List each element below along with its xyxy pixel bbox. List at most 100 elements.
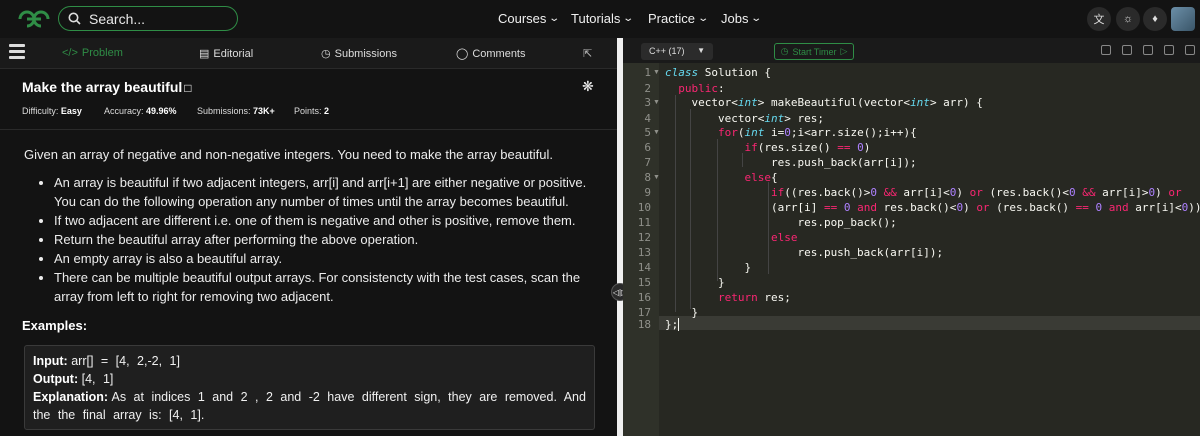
output-value: [4, 1] xyxy=(81,372,114,386)
input-value: arr[] = [4, 2,-2, 1] xyxy=(71,354,180,368)
code-line: } xyxy=(665,261,752,274)
copy-icon[interactable] xyxy=(1122,45,1132,55)
tab-editorial[interactable]: ▤ Editorial xyxy=(199,47,254,61)
accuracy-meta: Accuracy: 49.96% xyxy=(104,106,177,116)
list-item: There can be multiple beautiful output a… xyxy=(54,268,599,306)
chevron-down-icon: ⌄ xyxy=(750,13,763,24)
tab-comments[interactable]: ◯ Comments xyxy=(456,47,526,61)
problem-panel: Make the array beautiful □ ❋ Difficulty: … xyxy=(0,69,617,436)
expand-icon[interactable]: ⇱ xyxy=(583,47,592,60)
code-line: res.push_back(arr[i]); xyxy=(665,246,944,259)
accuracy-value: 49.96% xyxy=(146,106,177,116)
reset-icon[interactable] xyxy=(1164,45,1174,55)
avatar[interactable] xyxy=(1171,7,1195,31)
problem-intro: Given an array of negative and non-negat… xyxy=(24,147,554,162)
clock-icon: ◷ xyxy=(321,48,331,60)
difficulty-label: Difficulty: xyxy=(22,106,59,116)
line-number: 15 xyxy=(637,276,651,289)
format-icon[interactable] xyxy=(1101,45,1111,55)
list-item: If two adjacent are different i.e. one o… xyxy=(54,211,599,230)
example-explanation: Explanation: As at indices 1 and 2 , 2 a… xyxy=(33,388,586,424)
nav-courses[interactable]: Courses ⌄ xyxy=(498,11,561,26)
line-number: 12 xyxy=(637,231,651,244)
start-timer-label: Start Timer xyxy=(792,46,837,57)
output-label: Output: xyxy=(33,372,79,386)
nav-tutorials-label: Tutorials xyxy=(571,11,621,26)
code-line: vector<int> makeBeautiful(vector<int> ar… xyxy=(665,96,983,109)
theme-toggle-icon[interactable]: ☼ xyxy=(1116,7,1140,31)
code-line: }; xyxy=(665,318,680,331)
line-number: 8 xyxy=(644,171,651,184)
code-line: if((res.back()>0 && arr[i]<0) or (res.ba… xyxy=(770,186,1182,199)
submissions-label: Submissions: xyxy=(197,106,251,116)
fold-icon[interactable]: ▼ xyxy=(653,174,660,181)
list-item: An empty array is also a beautiful array… xyxy=(54,249,599,268)
top-navbar: Search... Courses ⌄ Tutorials ⌄ Practice ⌄ … xyxy=(0,0,1200,39)
line-number: 6 xyxy=(644,141,651,154)
editor-actions xyxy=(1101,45,1200,55)
fold-icon[interactable]: ▼ xyxy=(653,129,660,136)
code-line: else{ xyxy=(744,171,778,184)
page-title: Make the array beautiful □ xyxy=(22,79,192,95)
play-icon: ▷ xyxy=(840,46,848,56)
code-line: res.push_back(arr[i]); xyxy=(665,156,917,169)
line-number: 7 xyxy=(644,156,651,169)
tab-editorial-label: Editorial xyxy=(213,47,254,60)
nav-jobs[interactable]: Jobs ⌄ xyxy=(721,11,763,26)
difficulty-value: Easy xyxy=(60,106,82,116)
line-number: 4 xyxy=(644,112,651,125)
chevron-down-icon: ⌄ xyxy=(548,13,561,24)
bookmark-icon[interactable]: □ xyxy=(184,81,191,95)
fold-icon[interactable]: ▼ xyxy=(653,69,660,76)
points-meta: Points: 2 xyxy=(294,106,329,116)
nav-practice-label: Practice xyxy=(648,11,695,26)
language-value: C++ (17) xyxy=(649,46,685,56)
bell-icon[interactable]: ♦ xyxy=(1143,7,1167,31)
line-number: 11 xyxy=(637,216,651,229)
line-number: 5 xyxy=(644,126,651,139)
code-line: class Solution { xyxy=(665,66,771,79)
code-line: if(res.size() == 0) xyxy=(744,141,871,154)
code-editor[interactable]: 1 2 3 4 5 6 7 8 9 10 11 12 13 14 15 16 1… xyxy=(623,63,1200,436)
fold-icon[interactable]: ▼ xyxy=(653,99,660,106)
line-number: 3 xyxy=(644,96,651,109)
nav-practice[interactable]: Practice ⌄ xyxy=(648,11,709,26)
example-output: Output: [4, 1] xyxy=(33,370,586,388)
problem-tabs: </> Problem ▤ Editorial ◷ Submissions ◯ Comm… xyxy=(0,38,617,69)
points-label: Points: xyxy=(294,106,322,116)
chevron-down-icon: ⌄ xyxy=(622,13,635,24)
translate-icon[interactable]: 文 xyxy=(1087,7,1111,31)
example-input: Input: arr[] = [4, 2,-2, 1] xyxy=(33,352,586,370)
nav-jobs-label: Jobs xyxy=(721,11,749,26)
list-item: An array is beautiful if two adjacent in… xyxy=(54,173,599,211)
divider xyxy=(0,129,617,130)
tab-problem[interactable]: </> Problem xyxy=(62,47,123,59)
line-number: 10 xyxy=(637,201,651,214)
code-line: for(int i=0;i<arr.size();i++){ xyxy=(717,126,917,139)
start-timer-button[interactable]: ◷ Start Timer ▷ xyxy=(774,43,854,60)
code-line: } xyxy=(665,276,725,289)
language-select[interactable]: C++ (17) ▼ xyxy=(641,43,713,60)
submissions-value: 73K+ xyxy=(253,106,275,116)
tab-submissions[interactable]: ◷ Submissions xyxy=(321,47,397,61)
menu-icon[interactable] xyxy=(9,44,25,60)
report-bug-icon[interactable]: ❋ xyxy=(582,78,594,95)
settings-icon[interactable] xyxy=(1185,45,1195,55)
explanation-label: Explanation: xyxy=(33,390,109,404)
input-label: Input: xyxy=(33,354,68,368)
nav-tutorials[interactable]: Tutorials ⌄ xyxy=(571,11,635,26)
explanation-value: As at indices 1 and 2 , 2 and -2 have di… xyxy=(33,390,586,422)
problem-title-text: Make the array beautiful xyxy=(22,79,183,95)
code-icon: </> xyxy=(62,47,78,59)
tab-submissions-label: Submissions xyxy=(334,47,397,60)
search-input[interactable]: Search... xyxy=(58,6,238,31)
import-icon[interactable] xyxy=(1143,45,1153,55)
comment-icon: ◯ xyxy=(456,48,469,60)
tab-problem-label: Problem xyxy=(81,47,123,59)
line-number: 16 xyxy=(637,291,651,304)
gfg-logo[interactable] xyxy=(14,8,54,30)
line-number: 14 xyxy=(637,261,651,274)
code-line: return res; xyxy=(717,291,791,304)
code-line: (arr[i] == 0 and res.back()<0) or (res.b… xyxy=(665,201,1200,214)
tab-comments-label: Comments xyxy=(472,47,526,60)
